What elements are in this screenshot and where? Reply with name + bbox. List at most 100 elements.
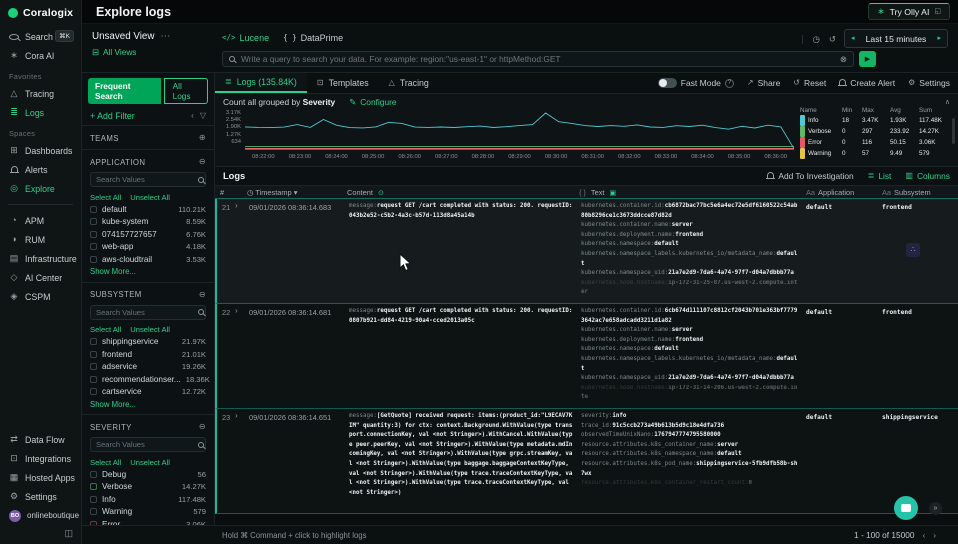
legend-series-name[interactable]: Warning — [800, 148, 842, 159]
sidebar-item-cora-ai[interactable]: ∗ Cora AI — [0, 46, 81, 65]
col-header-text[interactable]: { } Text ▣ — [579, 188, 806, 197]
brand-logo[interactable]: Coralogix — [0, 0, 81, 27]
checkbox[interactable] — [90, 338, 97, 345]
sidebar-item-rum[interactable]: ◑ RUM — [0, 230, 81, 249]
col-header-subsystem[interactable]: AaSubsystem — [882, 188, 958, 197]
try-olly-ai-button[interactable]: ∗ Try Olly AI ◱ — [868, 3, 950, 20]
chat-support-button[interactable] — [894, 496, 918, 520]
sidebar-item-settings[interactable]: ⚙ Settings — [0, 487, 81, 506]
expand-row-icon[interactable]: › — [235, 304, 249, 408]
frequent-search-tab[interactable]: Frequent Search — [88, 78, 161, 104]
checkbox[interactable] — [90, 243, 97, 250]
tab-templates[interactable]: ⊡ Templates — [307, 73, 379, 93]
columns-button[interactable]: ▥ Columns — [905, 171, 950, 181]
checkbox[interactable] — [90, 376, 97, 383]
select-all-link[interactable]: Select All — [90, 193, 121, 202]
prev-page-icon[interactable]: ‹ — [922, 531, 925, 539]
workspace-switcher[interactable]: BO onlineboutique — [0, 506, 81, 525]
legend-series-name[interactable]: Error — [800, 137, 842, 148]
time-back-icon[interactable]: ◂ — [851, 35, 855, 42]
share-button[interactable]: ↗Share — [747, 78, 780, 88]
show-more-link[interactable]: Show More... — [90, 398, 206, 410]
sidebar-item-logs[interactable]: ≣ Logs — [0, 103, 81, 122]
toggle-off-icon[interactable] — [658, 78, 677, 88]
checkbox[interactable] — [90, 508, 97, 515]
sidebar-item-search[interactable]: Search ⌘K — [0, 27, 81, 46]
add-to-investigation-button[interactable]: Add To Investigation — [767, 171, 853, 181]
collapse-section-icon[interactable]: ⊖ — [199, 423, 206, 431]
expand-row-icon[interactable]: › — [235, 199, 249, 303]
filter-search-input[interactable] — [96, 440, 194, 449]
all-views-link[interactable]: ⊟ All Views — [92, 47, 215, 57]
time-forward-icon[interactable]: ▸ — [937, 35, 941, 42]
filter-search-input[interactable] — [96, 308, 194, 317]
hide-widget-button[interactable]: » — [929, 502, 942, 515]
sidebar-item-alerts[interactable]: Alerts — [0, 160, 81, 179]
expand-section-icon[interactable]: ⊕ — [199, 134, 206, 142]
filter-value-row[interactable]: default110.21K — [90, 203, 206, 216]
filter-value-row[interactable]: adservice19.26K — [90, 361, 206, 374]
checkbox[interactable] — [90, 351, 97, 358]
sidebar-item-integrations[interactable]: ⊡ Integrations — [0, 449, 81, 468]
sidebar-item-ai-center[interactable]: ◇ AI Center — [0, 268, 81, 287]
filter-value-row[interactable]: cartservice12.72K — [90, 386, 206, 399]
legend-series-name[interactable]: Info — [800, 115, 842, 126]
checkbox[interactable] — [90, 256, 97, 263]
filter-value-row[interactable]: web-app4.18K — [90, 241, 206, 254]
show-more-link[interactable]: Show More... — [90, 266, 206, 278]
checkbox[interactable] — [90, 388, 97, 395]
add-filter-button[interactable]: + Add Filter — [90, 111, 135, 121]
sidebar-item-data-flow[interactable]: ⇄ Data Flow — [0, 430, 81, 449]
collapse-section-icon[interactable]: ⊖ — [199, 291, 206, 299]
sidebar-item-explore[interactable]: ◎ Explore — [0, 179, 81, 198]
query-input[interactable] — [241, 54, 834, 64]
filter-value-row[interactable]: Info117.48K — [90, 493, 206, 506]
filter-value-row[interactable]: Error3.06K — [90, 518, 206, 525]
sidebar-item-cspm[interactable]: ◈ CSPM — [0, 287, 81, 306]
tab-tracing[interactable]: △ Tracing — [379, 73, 439, 93]
filter-search-input[interactable] — [96, 175, 194, 184]
checkbox[interactable] — [90, 206, 97, 213]
log-row[interactable]: 22›09/01/2026 08:36:14.681message:reques… — [215, 304, 958, 409]
col-header-application[interactable]: AaApplication — [806, 188, 882, 197]
query-mode-lucene[interactable]: </> Lucene — [222, 33, 269, 43]
filter-value-row[interactable]: 0741577276576.76K — [90, 228, 206, 241]
filter-value-row[interactable]: kube-system8.59K — [90, 216, 206, 229]
checkbox[interactable] — [90, 363, 97, 370]
query-history-clock-icon[interactable]: ◷ — [812, 35, 819, 44]
checkbox[interactable] — [90, 496, 97, 503]
collapse-section-icon[interactable]: ⊖ — [199, 158, 206, 166]
select-all-link[interactable]: Select All — [90, 458, 121, 467]
run-query-button[interactable]: ▶ — [859, 51, 876, 67]
sidebar-item-infrastructure[interactable]: ▤ Infrastructure — [0, 249, 81, 268]
query-mode-dataprime[interactable]: { } DataPrime — [283, 33, 343, 43]
configure-chart-button[interactable]: ✎ Configure — [349, 97, 396, 107]
filter-value-row[interactable]: shippingservice21.97K — [90, 336, 206, 349]
filter-value-row[interactable]: recommendationser...18.36K — [90, 373, 206, 386]
view-menu-icon[interactable]: ⋯ — [160, 32, 170, 42]
related-traces-button[interactable]: ∴ — [906, 243, 920, 257]
collapse-filters-icon[interactable]: ‹ — [191, 112, 194, 120]
filter-funnel-icon[interactable]: ▽ — [200, 112, 206, 120]
expand-row-icon[interactable]: › — [235, 409, 249, 513]
sidebar-item-tracing[interactable]: △ Tracing — [0, 84, 81, 103]
sidebar-item-hosted-apps[interactable]: ▦ Hosted Apps — [0, 468, 81, 487]
log-row[interactable]: 21›09/01/2026 08:36:14.683message:reques… — [215, 199, 958, 304]
log-row[interactable]: 23›09/01/2026 08:36:14.651message:[GetQu… — [215, 409, 958, 514]
legend-scrollbar[interactable] — [952, 118, 955, 144]
select-all-link[interactable]: Select All — [90, 325, 121, 334]
checkbox[interactable] — [90, 218, 97, 225]
list-view-button[interactable]: ≣ List — [868, 171, 892, 181]
all-logs-tab[interactable]: All Logs — [164, 78, 208, 104]
col-header-content[interactable]: Content ⊙ — [347, 188, 579, 197]
filter-value-row[interactable]: frontend21.01K — [90, 348, 206, 361]
reset-button[interactable]: ↺Reset — [793, 78, 826, 88]
filter-value-row[interactable]: aws-cloudtrail3.53K — [90, 253, 206, 266]
legend-series-name[interactable]: Verbose — [800, 126, 842, 137]
clear-query-icon[interactable]: ⊗ — [840, 55, 847, 64]
sidebar-item-dashboards[interactable]: ⊞ Dashboards — [0, 141, 81, 160]
next-page-icon[interactable]: › — [933, 531, 936, 539]
unselect-all-link[interactable]: Unselect All — [130, 193, 170, 202]
checkbox[interactable] — [90, 483, 97, 490]
fast-mode-toggle[interactable]: Fast Mode ? — [658, 78, 734, 88]
